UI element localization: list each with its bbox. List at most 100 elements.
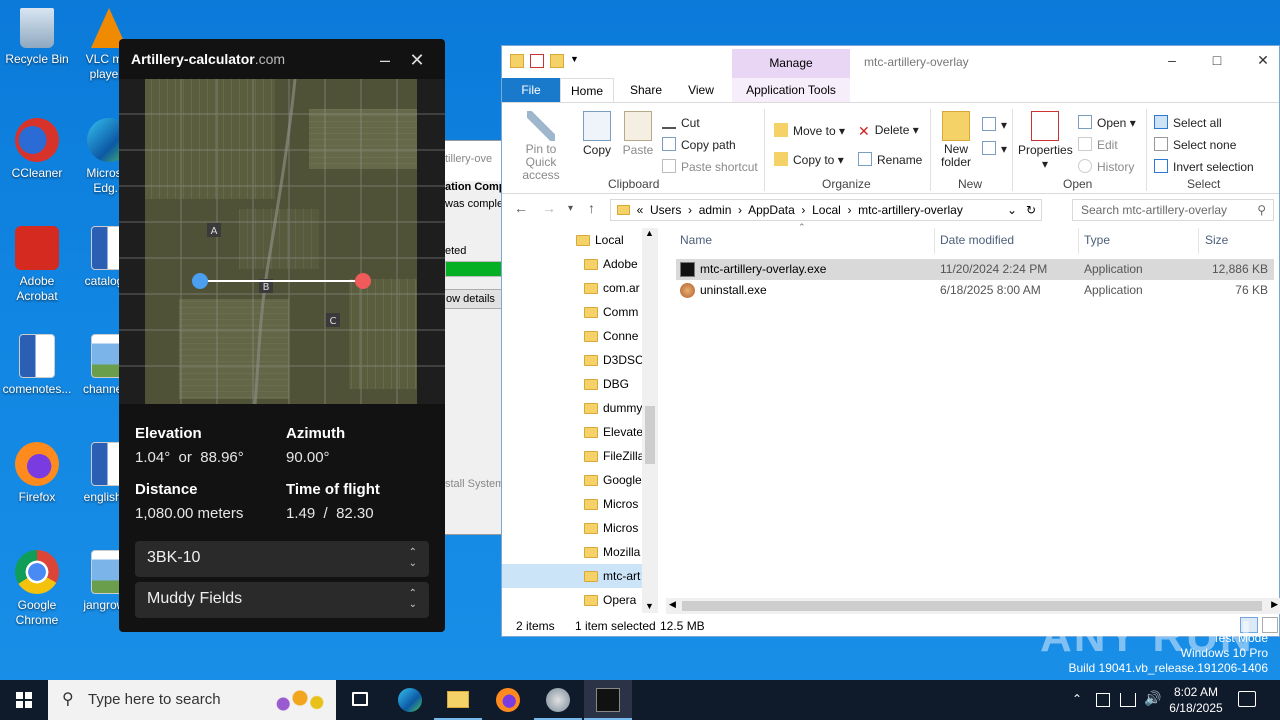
up-arrow-icon[interactable]: ↑: [588, 200, 595, 216]
invert-selection-button[interactable]: Invert selection: [1154, 159, 1254, 174]
map-view[interactable]: A B C: [119, 79, 445, 404]
search-box[interactable]: Search mtc-artillery-overlay ⚲: [1072, 199, 1274, 221]
customize-dropdown-icon[interactable]: ▼: [570, 54, 584, 68]
column-date-modified[interactable]: Date modified: [940, 233, 1014, 247]
scroll-down-icon[interactable]: ▼: [645, 601, 654, 611]
notifications-icon[interactable]: [1238, 691, 1256, 707]
maximize-button[interactable]: □: [1202, 52, 1232, 68]
breadcrumb-appdata[interactable]: AppData: [748, 203, 795, 217]
properties-check-icon[interactable]: [530, 54, 544, 68]
tree-item[interactable]: Comm: [603, 300, 638, 324]
tray-overflow-icon[interactable]: ⌃: [1072, 692, 1082, 720]
recent-dropdown-icon[interactable]: ▾: [568, 203, 573, 214]
column-name[interactable]: Name: [680, 233, 712, 247]
tree-item[interactable]: Mozilla: [603, 540, 640, 564]
tree-item[interactable]: Micros: [603, 516, 638, 540]
taskbar-firefox[interactable]: [484, 680, 532, 720]
taskbar-artillery[interactable]: [584, 680, 632, 720]
column-type[interactable]: Type: [1084, 233, 1110, 247]
breadcrumb-local[interactable]: Local: [812, 203, 841, 217]
scroll-right-icon[interactable]: ▶: [1271, 599, 1278, 610]
network-icon[interactable]: [1120, 693, 1136, 707]
back-arrow-icon[interactable]: ←: [514, 200, 528, 216]
tree-item[interactable]: Google: [603, 468, 642, 492]
desktop-icon-chrome[interactable]: Google Chrome: [0, 550, 74, 628]
desktop-icon-recycle-bin[interactable]: Recycle Bin: [0, 8, 74, 67]
paste-shortcut-button[interactable]: Paste shortcut: [662, 159, 758, 174]
address-dropdown-icon[interactable]: ⌄: [1007, 200, 1017, 220]
close-button[interactable]: ✕: [1248, 52, 1278, 69]
tab-share[interactable]: Share: [620, 78, 672, 102]
desktop-icon-acrobat[interactable]: Adobe Acrobat: [0, 226, 74, 304]
volume-icon[interactable]: 🔊: [1144, 690, 1161, 720]
scroll-left-icon[interactable]: ◀: [669, 599, 676, 610]
tab-application-tools[interactable]: Application Tools: [732, 78, 850, 102]
tree-item[interactable]: Micros: [603, 492, 638, 516]
breadcrumb-current[interactable]: mtc-artillery-overlay: [858, 203, 963, 217]
properties-button[interactable]: Properties ▾: [1018, 111, 1073, 171]
tree-item[interactable]: FileZilla: [603, 444, 644, 468]
scroll-up-icon[interactable]: ▲: [645, 228, 654, 238]
taskbar-search-box[interactable]: ⚲ Type here to search: [48, 680, 336, 720]
taskbar-edge[interactable]: [386, 680, 434, 720]
artillery-title-bar[interactable]: Artillery-calculator.com – ✕: [119, 39, 445, 79]
clock[interactable]: 8:02 AM 6/18/2025: [1164, 684, 1228, 720]
minimize-button[interactable]: –: [1157, 52, 1187, 68]
tree-item[interactable]: com.ar: [603, 276, 640, 300]
tree-item[interactable]: dummy: [603, 396, 642, 420]
tree-item[interactable]: Adobe: [603, 252, 638, 276]
tab-view[interactable]: View: [674, 78, 728, 102]
minimize-button[interactable]: –: [371, 47, 399, 73]
explorer-title-bar[interactable]: ▼ Manage mtc-artillery-overlay – □ ✕: [502, 46, 1279, 78]
new-folder-button[interactable]: New folder: [936, 111, 976, 169]
scrollbar-thumb[interactable]: [682, 601, 1262, 611]
scrollbar-thumb[interactable]: [645, 406, 655, 464]
target-marker[interactable]: [355, 273, 371, 289]
navigation-scrollbar[interactable]: ▲ ▼: [642, 228, 658, 613]
desktop-icon-comenotes[interactable]: comenotes...: [0, 334, 74, 397]
folder-icon[interactable]: [510, 54, 524, 68]
select-all-button[interactable]: Select all: [1154, 115, 1222, 130]
tree-item-local[interactable]: Local: [595, 228, 624, 252]
tree-item[interactable]: D3DSC: [603, 348, 644, 372]
pin-quick-access-button[interactable]: Pin to Quick access: [510, 111, 572, 182]
breadcrumb-users[interactable]: Users: [650, 203, 681, 217]
breadcrumb-admin[interactable]: admin: [699, 203, 732, 217]
close-button[interactable]: ✕: [403, 47, 431, 73]
task-view-button[interactable]: [336, 680, 384, 720]
file-explorer-window[interactable]: ▼ Manage mtc-artillery-overlay – □ ✕ Fil…: [501, 45, 1280, 637]
open-button[interactable]: Open ▾: [1078, 115, 1136, 130]
cut-button[interactable]: Cut: [662, 115, 700, 130]
tree-item[interactable]: Conne: [603, 324, 638, 348]
tree-item-selected[interactable]: mtc-art: [603, 564, 640, 588]
desktop-icon-ccleaner[interactable]: CCleaner: [0, 118, 74, 181]
address-bar[interactable]: « Users › admin › AppData › Local › mtc-…: [610, 199, 1042, 221]
start-button[interactable]: [0, 680, 48, 720]
history-button[interactable]: History: [1078, 159, 1134, 174]
tree-item[interactable]: Elevate: [603, 420, 643, 444]
tab-home[interactable]: Home: [560, 78, 614, 102]
desktop-icon-firefox[interactable]: Firefox: [0, 442, 74, 505]
weapon-select[interactable]: 3BK-10 ⌃ ⌄: [135, 541, 429, 577]
delete-button[interactable]: ✕ Delete ▾: [858, 123, 919, 139]
tree-item[interactable]: Opera: [603, 588, 636, 612]
manage-context-tab[interactable]: Manage: [732, 49, 850, 78]
map-select[interactable]: Muddy Fields ⌃ ⌄: [135, 582, 429, 618]
tab-file[interactable]: File: [502, 78, 560, 102]
refresh-icon[interactable]: ↻: [1026, 200, 1036, 220]
new-item-button[interactable]: ▾: [982, 117, 1007, 132]
file-row[interactable]: uninstall.exe 6/18/2025 8:00 AM Applicat…: [676, 280, 1274, 301]
show-details-button[interactable]: ow details: [443, 289, 509, 309]
new-folder-icon[interactable]: [550, 54, 564, 68]
map-canvas[interactable]: A B C: [119, 79, 445, 404]
taskbar-installer[interactable]: [534, 680, 582, 720]
rename-button[interactable]: Rename: [858, 152, 922, 167]
copy-to-button[interactable]: Copy to ▾: [774, 152, 844, 167]
paste-button[interactable]: Paste: [620, 111, 656, 157]
edit-button[interactable]: Edit: [1078, 137, 1118, 152]
move-to-button[interactable]: Move to ▾: [774, 123, 845, 138]
forward-arrow-icon[interactable]: →: [542, 200, 556, 216]
copy-button[interactable]: Copy: [580, 111, 614, 157]
start-marker[interactable]: [192, 273, 208, 289]
select-none-button[interactable]: Select none: [1154, 137, 1236, 152]
